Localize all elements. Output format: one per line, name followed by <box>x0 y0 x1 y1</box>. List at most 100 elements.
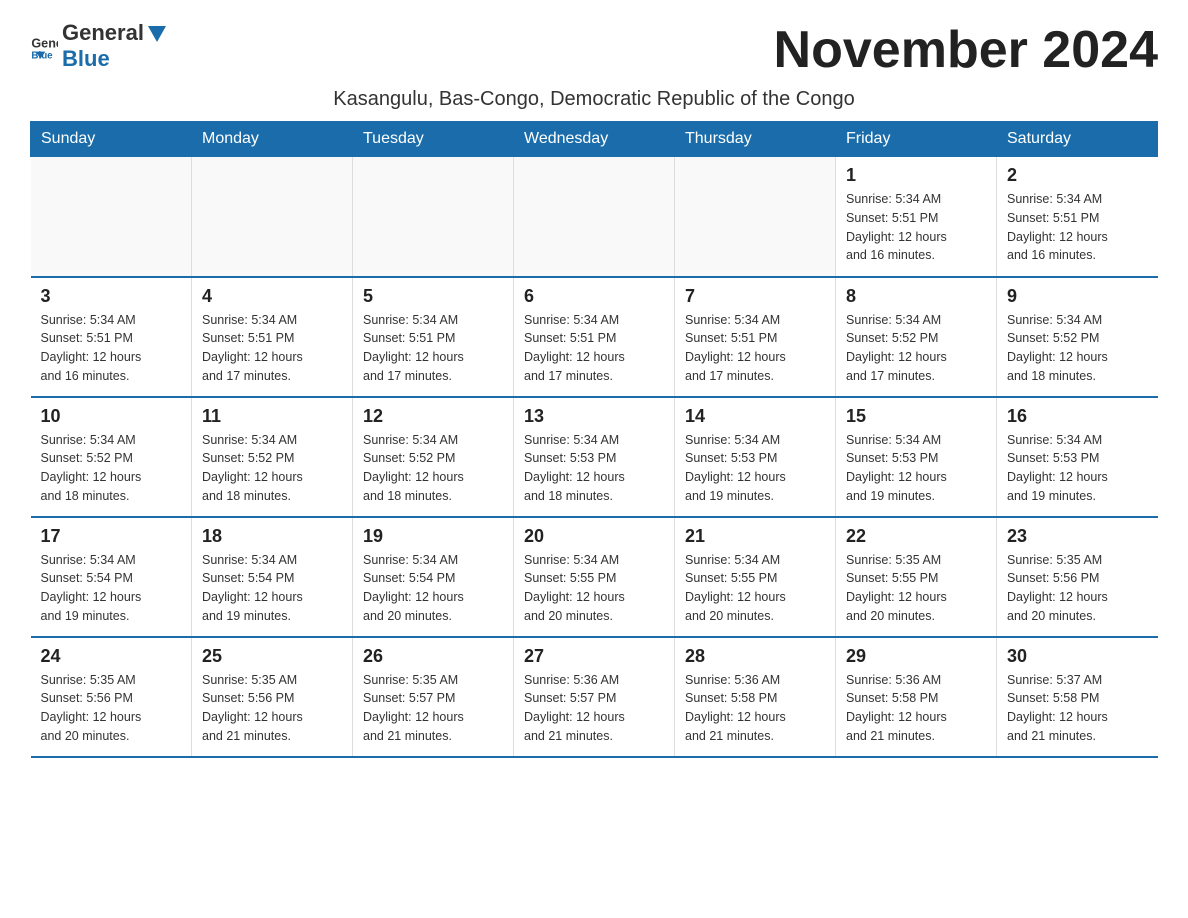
day-sun-info: Sunrise: 5:34 AM Sunset: 5:51 PM Dayligh… <box>524 311 664 386</box>
calendar-day-cell: 11Sunrise: 5:34 AM Sunset: 5:52 PM Dayli… <box>192 397 353 517</box>
weekday-header-wednesday: Wednesday <box>514 122 675 157</box>
day-number: 2 <box>1007 165 1148 186</box>
calendar-day-cell: 25Sunrise: 5:35 AM Sunset: 5:56 PM Dayli… <box>192 637 353 757</box>
calendar-day-cell <box>675 157 836 277</box>
day-sun-info: Sunrise: 5:36 AM Sunset: 5:57 PM Dayligh… <box>524 671 664 746</box>
day-number: 29 <box>846 646 986 667</box>
calendar-day-cell: 10 Sunrise: 5:34 AM Sunset: 5:52 PM Dayli… <box>31 397 192 517</box>
calendar-day-cell <box>31 157 192 277</box>
day-sun-info: Sunrise: 5:34 AM Sunset: 5:54 PM Dayligh… <box>363 551 503 626</box>
calendar-day-cell: 20 Sunrise: 5:34 AM Sunset: 5:55 PM Dayli… <box>514 517 675 637</box>
calendar-header: SundayMondayTuesdayWednesdayThursdayFrid… <box>31 122 1158 157</box>
day-sun-info: Sunrise: 5:34 AM Sunset: 5:52 PM Dayligh… <box>1007 311 1148 386</box>
weekday-header-sunday: Sunday <box>31 122 192 157</box>
day-number: 3 <box>41 286 182 307</box>
calendar-week-row: 17 Sunrise: 5:34 AM Sunset: 5:54 PM Dayli… <box>31 517 1158 637</box>
day-number: 11 <box>202 406 342 427</box>
calendar-day-cell: 17 Sunrise: 5:34 AM Sunset: 5:54 PM Dayli… <box>31 517 192 637</box>
day-sun-info: Sunrise: 5:34 AM Sunset: 5:53 PM Dayligh… <box>524 431 664 506</box>
weekday-header-monday: Monday <box>192 122 353 157</box>
day-sun-info: Sunrise: 5:34 AM Sunset: 5:52 PM Dayligh… <box>846 311 986 386</box>
month-title: November 2024 <box>774 20 1158 80</box>
day-number: 27 <box>524 646 664 667</box>
day-sun-info: Sunrise: 5:37 AM Sunset: 5:58 PM Dayligh… <box>1007 671 1148 746</box>
weekday-header-thursday: Thursday <box>675 122 836 157</box>
calendar-day-cell: 13 Sunrise: 5:34 AM Sunset: 5:53 PM Dayli… <box>514 397 675 517</box>
calendar-table: SundayMondayTuesdayWednesdayThursdayFrid… <box>30 121 1158 758</box>
calendar-day-cell: 18 Sunrise: 5:34 AM Sunset: 5:54 PM Dayli… <box>192 517 353 637</box>
day-number: 18 <box>202 526 342 547</box>
day-number: 12 <box>363 406 503 427</box>
day-number: 17 <box>41 526 182 547</box>
day-sun-info: Sunrise: 5:34 AM Sunset: 5:51 PM Dayligh… <box>41 311 182 386</box>
day-number: 15 <box>846 406 986 427</box>
logo-general-text: General <box>62 20 144 46</box>
svg-text:General: General <box>31 36 58 50</box>
day-sun-info: Sunrise: 5:35 AM Sunset: 5:56 PM Dayligh… <box>1007 551 1148 626</box>
calendar-day-cell: 29Sunrise: 5:36 AM Sunset: 5:58 PM Dayli… <box>836 637 997 757</box>
day-number: 21 <box>685 526 825 547</box>
page-header: General Blue General Blue November 2024 <box>30 20 1158 80</box>
calendar-day-cell: 24 Sunrise: 5:35 AM Sunset: 5:56 PM Dayli… <box>31 637 192 757</box>
day-sun-info: Sunrise: 5:34 AM Sunset: 5:55 PM Dayligh… <box>524 551 664 626</box>
day-sun-info: Sunrise: 5:34 AM Sunset: 5:51 PM Dayligh… <box>363 311 503 386</box>
day-sun-info: Sunrise: 5:34 AM Sunset: 5:51 PM Dayligh… <box>202 311 342 386</box>
calendar-day-cell: 22 Sunrise: 5:35 AM Sunset: 5:55 PM Dayli… <box>836 517 997 637</box>
calendar-day-cell <box>514 157 675 277</box>
day-number: 7 <box>685 286 825 307</box>
calendar-day-cell <box>192 157 353 277</box>
calendar-day-cell: 28 Sunrise: 5:36 AM Sunset: 5:58 PM Dayli… <box>675 637 836 757</box>
day-sun-info: Sunrise: 5:34 AM Sunset: 5:53 PM Dayligh… <box>685 431 825 506</box>
calendar-day-cell: 6 Sunrise: 5:34 AM Sunset: 5:51 PM Daylig… <box>514 277 675 397</box>
day-number: 10 <box>41 406 182 427</box>
day-number: 16 <box>1007 406 1148 427</box>
calendar-day-cell: 14 Sunrise: 5:34 AM Sunset: 5:53 PM Dayli… <box>675 397 836 517</box>
calendar-day-cell: 15 Sunrise: 5:34 AM Sunset: 5:53 PM Dayli… <box>836 397 997 517</box>
day-number: 20 <box>524 526 664 547</box>
day-number: 28 <box>685 646 825 667</box>
day-number: 24 <box>41 646 182 667</box>
day-number: 1 <box>846 165 986 186</box>
calendar-day-cell: 26Sunrise: 5:35 AM Sunset: 5:57 PM Dayli… <box>353 637 514 757</box>
day-number: 14 <box>685 406 825 427</box>
day-number: 4 <box>202 286 342 307</box>
day-number: 5 <box>363 286 503 307</box>
calendar-day-cell <box>353 157 514 277</box>
day-sun-info: Sunrise: 5:34 AM Sunset: 5:53 PM Dayligh… <box>846 431 986 506</box>
svg-text:Blue: Blue <box>31 51 53 60</box>
logo: General Blue General Blue <box>30 20 168 72</box>
logo-triangle-icon <box>146 22 168 44</box>
day-number: 9 <box>1007 286 1148 307</box>
day-sun-info: Sunrise: 5:34 AM Sunset: 5:54 PM Dayligh… <box>41 551 182 626</box>
weekday-header-friday: Friday <box>836 122 997 157</box>
day-number: 22 <box>846 526 986 547</box>
day-sun-info: Sunrise: 5:36 AM Sunset: 5:58 PM Dayligh… <box>685 671 825 746</box>
calendar-day-cell: 4 Sunrise: 5:34 AM Sunset: 5:51 PM Daylig… <box>192 277 353 397</box>
day-number: 13 <box>524 406 664 427</box>
calendar-day-cell: 2 Sunrise: 5:34 AM Sunset: 5:51 PM Daylig… <box>997 157 1158 277</box>
calendar-day-cell: 27 Sunrise: 5:36 AM Sunset: 5:57 PM Dayli… <box>514 637 675 757</box>
day-number: 30 <box>1007 646 1148 667</box>
logo-icon: General Blue <box>30 32 58 60</box>
calendar-day-cell: 12Sunrise: 5:34 AM Sunset: 5:52 PM Dayli… <box>353 397 514 517</box>
calendar-day-cell: 23 Sunrise: 5:35 AM Sunset: 5:56 PM Dayli… <box>997 517 1158 637</box>
day-number: 19 <box>363 526 503 547</box>
day-sun-info: Sunrise: 5:34 AM Sunset: 5:55 PM Dayligh… <box>685 551 825 626</box>
day-sun-info: Sunrise: 5:34 AM Sunset: 5:52 PM Dayligh… <box>41 431 182 506</box>
day-sun-info: Sunrise: 5:35 AM Sunset: 5:56 PM Dayligh… <box>41 671 182 746</box>
calendar-day-cell: 5 Sunrise: 5:34 AM Sunset: 5:51 PM Daylig… <box>353 277 514 397</box>
calendar-day-cell: 19 Sunrise: 5:34 AM Sunset: 5:54 PM Dayli… <box>353 517 514 637</box>
day-sun-info: Sunrise: 5:34 AM Sunset: 5:54 PM Dayligh… <box>202 551 342 626</box>
day-sun-info: Sunrise: 5:34 AM Sunset: 5:51 PM Dayligh… <box>685 311 825 386</box>
day-sun-info: Sunrise: 5:34 AM Sunset: 5:51 PM Dayligh… <box>1007 190 1148 265</box>
logo-blue-text: Blue <box>62 46 110 71</box>
day-sun-info: Sunrise: 5:35 AM Sunset: 5:55 PM Dayligh… <box>846 551 986 626</box>
calendar-week-row: 1 Sunrise: 5:34 AM Sunset: 5:51 PM Daylig… <box>31 157 1158 277</box>
day-number: 23 <box>1007 526 1148 547</box>
calendar-day-cell: 9 Sunrise: 5:34 AM Sunset: 5:52 PM Daylig… <box>997 277 1158 397</box>
calendar-body: 1 Sunrise: 5:34 AM Sunset: 5:51 PM Daylig… <box>31 157 1158 757</box>
day-number: 26 <box>363 646 503 667</box>
day-sun-info: Sunrise: 5:34 AM Sunset: 5:53 PM Dayligh… <box>1007 431 1148 506</box>
calendar-week-row: 24 Sunrise: 5:35 AM Sunset: 5:56 PM Dayli… <box>31 637 1158 757</box>
day-number: 6 <box>524 286 664 307</box>
